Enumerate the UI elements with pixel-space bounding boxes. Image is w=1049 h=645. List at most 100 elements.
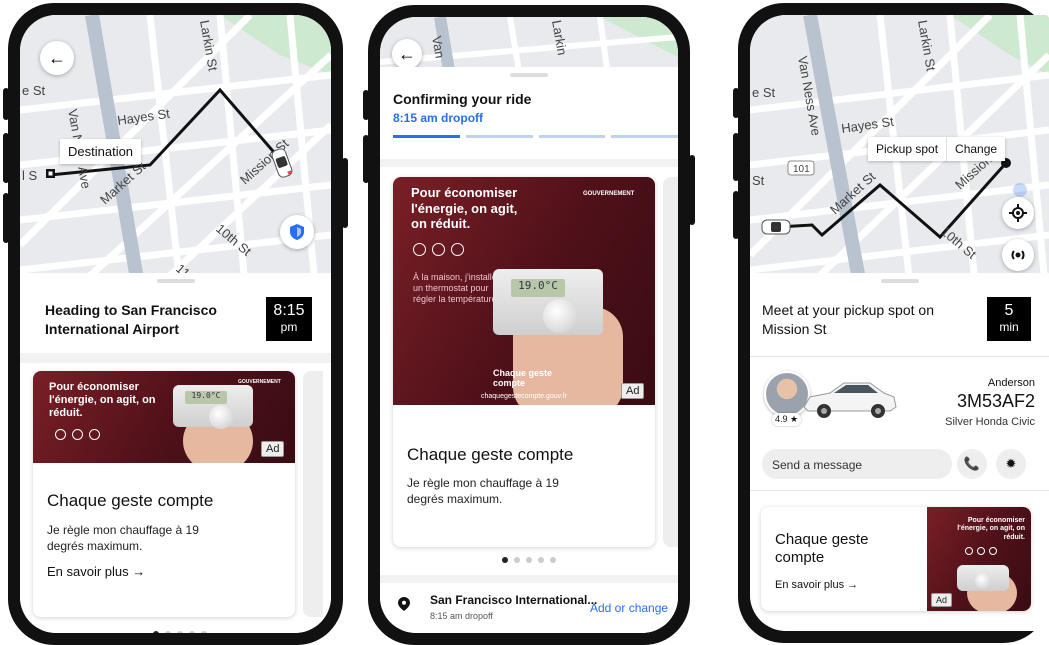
ride-sheet: Confirming your ride 8:15 am dropoff Pou… (380, 67, 678, 633)
ad-badge: Ad (931, 593, 953, 607)
learn-more-link[interactable]: En savoir plus → (775, 579, 858, 591)
ad-energy-icons (965, 547, 997, 555)
carousel-dot[interactable] (514, 557, 520, 563)
progress-bar (393, 135, 678, 138)
ad-title: Chaque geste compte (407, 445, 574, 464)
confirm-title: Confirming your ride (393, 91, 532, 107)
add-or-change-button[interactable]: Add or change (590, 601, 668, 615)
eta-time: 5 (1004, 302, 1014, 319)
ad-energy-icons (55, 429, 100, 440)
ad-card[interactable]: Chaque geste compte En savoir plus → Pou… (761, 507, 1031, 611)
ad-card[interactable]: Pour économiser l'énergie, on agit, on r… (33, 371, 295, 617)
section-divider (380, 575, 678, 583)
phone-side-button (689, 155, 695, 225)
carousel-dot[interactable] (550, 557, 556, 563)
phone-screen: Van Ness Ave Larkin St Hayes St Market S… (20, 15, 331, 633)
carousel-dot[interactable] (538, 557, 544, 563)
back-button[interactable]: ← (40, 41, 74, 75)
sheet-handle[interactable] (156, 279, 195, 283)
carousel-dot[interactable] (153, 631, 159, 633)
section-divider (750, 490, 1049, 491)
carousel-dots[interactable] (153, 631, 207, 633)
pickup-spot-text: Pickup spot (876, 142, 939, 156)
carousel-dot[interactable] (189, 631, 195, 633)
ad-image-headline: Pour économiser l'énergie, on agit, on r… (411, 185, 518, 232)
phone-screen: Van Larkin ← Confirming your ride 8:15 a… (380, 17, 678, 633)
vehicle-description: Silver Honda Civic (945, 416, 1035, 428)
phone-left: Van Ness Ave Larkin St Hayes St Market S… (3, 3, 348, 645)
safety-button[interactable]: ✹ (996, 449, 1026, 479)
phone-side-button (733, 191, 739, 239)
car-icon (761, 219, 791, 235)
ad-image-headline: Pour économiser l'énergie, on agit, on r… (49, 381, 156, 420)
learn-more-link[interactable]: En savoir plus → (47, 564, 145, 579)
thermostat-illustration: 19.0°C (493, 269, 603, 335)
progress-segment (538, 135, 606, 138)
trip-heading: Heading to San Francisco International A… (45, 302, 217, 337)
ad-body: Je règle mon chauffage à 19 degrés maxim… (47, 523, 199, 553)
pickup-heading: Meet at your pickup spot on Mission St (762, 302, 934, 337)
phone-side-button (342, 158, 348, 228)
trip-sheet: Heading to San Francisco International A… (20, 273, 331, 633)
street-left: e St (752, 85, 776, 100)
phone-icon: 📞 (963, 456, 981, 471)
thermostat-dial (975, 573, 991, 589)
destination-detail: 8:15 am dropoff (430, 611, 493, 621)
campaign-logo: Chaque geste compte (493, 368, 553, 388)
ad-card[interactable]: Pour économiser l'énergie, on agit, on r… (393, 177, 655, 547)
street-left-2: St (752, 173, 765, 188)
recenter-button[interactable] (1002, 197, 1034, 229)
section-divider (380, 159, 678, 167)
thermostat-illustration: 19.0°C (173, 385, 253, 429)
arrow-left-icon: ← (48, 47, 66, 68)
phone-middle: Van Larkin ← Confirming your ride 8:15 a… (363, 5, 695, 645)
phone-screen: Van Ness Ave Larkin St Hayes St Market S… (750, 15, 1049, 631)
broadcast-icon (1011, 250, 1025, 260)
carousel-dot[interactable] (201, 631, 207, 633)
send-message-input[interactable]: Send a message (762, 449, 952, 479)
phone-side-button (3, 88, 9, 120)
phone-side-button (363, 135, 369, 183)
sheet-handle[interactable] (510, 73, 548, 77)
campaign-url: chaquegestecompte.gouv.fr (481, 393, 567, 400)
thermostat-illustration (957, 565, 1009, 591)
eta-unit: pm (280, 320, 298, 334)
ad-body: Je règle mon chauffage à 19 degrés maxim… (407, 476, 559, 506)
call-driver-button[interactable]: 📞 (957, 449, 987, 479)
pickup-sheet: Meet at your pickup spot on Mission St 5… (750, 273, 1049, 631)
progress-segment (465, 135, 533, 138)
street-left: e St (22, 83, 46, 98)
ad-energy-icons (413, 243, 464, 256)
safety-shield-button[interactable] (280, 215, 314, 249)
destination-name: San Francisco International... (430, 593, 598, 607)
eta-box: 8:15 pm (266, 297, 312, 341)
back-button[interactable]: ← (392, 39, 422, 69)
locate-icon (1009, 204, 1027, 222)
carousel-dot[interactable] (177, 631, 183, 633)
phone-right: Van Ness Ave Larkin St Hayes St Market S… (733, 3, 1049, 643)
sheet-handle[interactable] (880, 279, 919, 283)
ad-image[interactable]: Pour économiser l'énergie, on agit, on r… (393, 177, 655, 405)
eta-box: 5 min (987, 297, 1031, 341)
ad-image[interactable]: Pour économiser l'énergie, on agit, on r… (927, 507, 1031, 611)
change-pickup-button[interactable]: Change (946, 137, 1005, 161)
driver-name: Anderson (987, 377, 1035, 389)
phone-side-button (733, 88, 739, 118)
carousel-dot[interactable] (165, 631, 171, 633)
next-ad-card-peek (303, 371, 323, 617)
destination-row[interactable]: San Francisco International... 8:15 am d… (380, 585, 678, 631)
eta-time: 8:15 (273, 302, 305, 319)
ad-image[interactable]: Pour économiser l'énergie, on agit, on r… (33, 371, 295, 463)
driver-rating: 4.9 ★ (772, 413, 802, 426)
thermostat-dial (209, 405, 233, 429)
broadcast-location-button[interactable] (1002, 239, 1034, 271)
car-image (803, 382, 897, 418)
ad-badge: Ad (621, 383, 645, 399)
progress-segment (611, 135, 678, 138)
phone-side-button (3, 133, 9, 183)
carousel-dots[interactable] (502, 557, 556, 563)
ad-title: Chaque geste compte (775, 531, 869, 566)
carousel-dot[interactable] (526, 557, 532, 563)
carousel-dot[interactable] (502, 557, 508, 563)
ad-title: Chaque geste compte (47, 491, 214, 510)
